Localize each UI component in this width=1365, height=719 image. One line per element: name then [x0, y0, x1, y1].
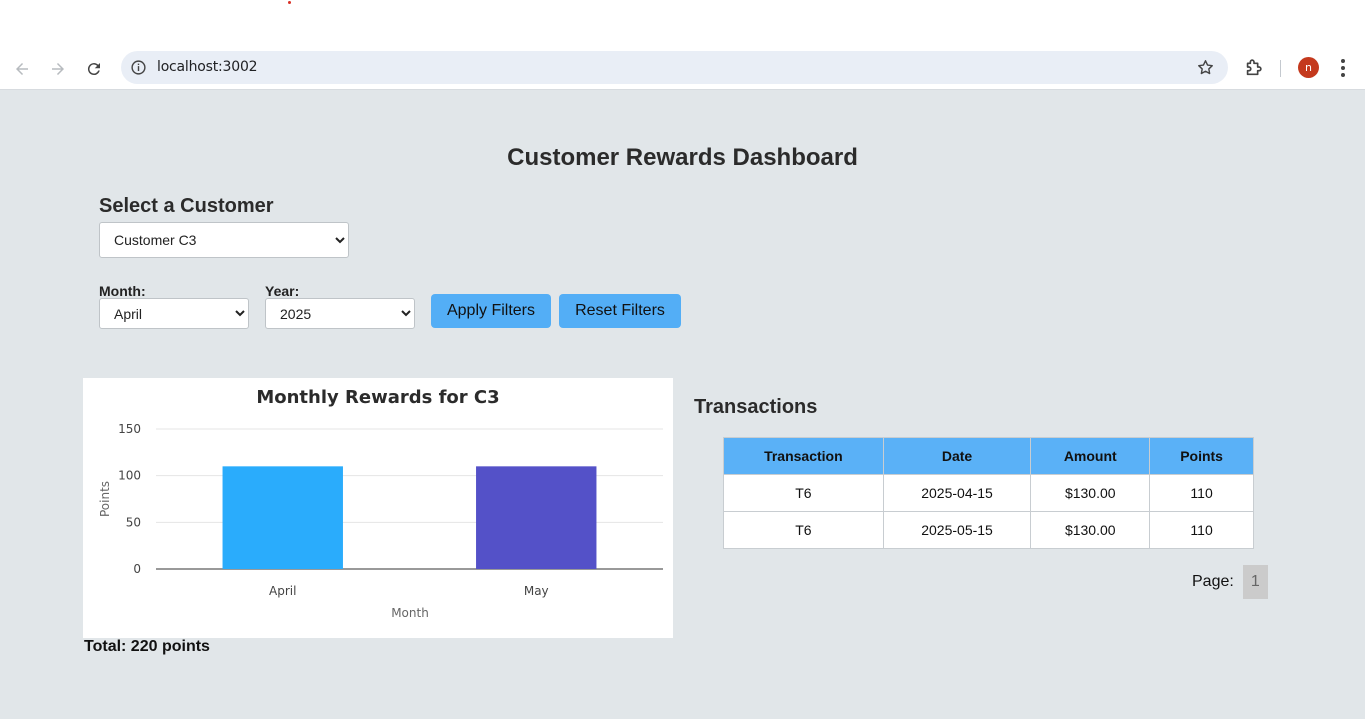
chart-title: Monthly Rewards for C3 — [256, 387, 499, 408]
year-select[interactable]: 2025 — [265, 298, 415, 329]
cell-amount: $130.00 — [1030, 474, 1151, 512]
address-bar[interactable]: localhost:3002 — [121, 51, 1228, 84]
column-header-points: Points — [1149, 437, 1254, 475]
y-tick-label: 100 — [118, 469, 141, 483]
column-header-amount: Amount — [1030, 437, 1151, 475]
x-tick-label: April — [269, 584, 296, 598]
cell-date: 2025-04-15 — [882, 474, 1032, 512]
y-axis-label: Points — [98, 481, 112, 517]
cell-transaction: T6 — [723, 474, 884, 512]
forward-arrow-icon[interactable] — [45, 56, 71, 82]
table-header-row: Transaction Date Amount Points — [723, 437, 1254, 475]
x-axis-label: Month — [391, 606, 429, 620]
tab-strip — [0, 0, 1365, 47]
transactions-title: Transactions — [694, 396, 818, 418]
url-text[interactable]: localhost:3002 — [157, 59, 258, 75]
browser-toolbar: localhost:3002 n — [0, 47, 1365, 90]
column-header-date: Date — [882, 437, 1032, 475]
customer-select[interactable]: Customer C3 — [99, 222, 349, 258]
profile-avatar[interactable]: n — [1298, 57, 1319, 78]
bar-may[interactable] — [476, 466, 597, 569]
y-tick-label: 150 — [118, 422, 141, 436]
cell-date: 2025-05-15 — [882, 511, 1032, 549]
reload-icon[interactable] — [81, 56, 107, 82]
column-header-transaction: Transaction — [723, 437, 884, 475]
y-tick-label: 50 — [126, 515, 141, 529]
reset-filters-button[interactable]: Reset Filters — [559, 294, 681, 328]
table-row: T6 2025-05-15 $130.00 110 — [723, 511, 1254, 549]
total-points: Total: 220 points — [84, 638, 210, 655]
customer-section-title: Select a Customer — [99, 195, 274, 217]
page-button-1[interactable]: 1 — [1242, 565, 1268, 599]
page-title: Customer Rewards Dashboard — [507, 144, 858, 171]
toolbar-separator — [1280, 60, 1281, 77]
x-tick-label: May — [524, 584, 549, 598]
site-info-icon[interactable] — [130, 59, 147, 76]
rewards-bar-chart: Monthly Rewards for C3 0 50 100 150 April Ma… — [98, 387, 663, 620]
back-arrow-icon[interactable] — [9, 56, 35, 82]
bookmark-star-icon[interactable] — [1196, 58, 1215, 77]
cell-points: 110 — [1149, 474, 1254, 512]
cell-amount: $130.00 — [1030, 511, 1151, 549]
cell-points: 110 — [1149, 511, 1254, 549]
extensions-puzzle-icon[interactable] — [1243, 56, 1265, 78]
month-select[interactable]: April — [99, 298, 249, 329]
pagination: Page: 1 — [1192, 565, 1268, 599]
more-menu-icon[interactable] — [1333, 57, 1353, 79]
cell-transaction: T6 — [723, 511, 884, 549]
apply-filters-button[interactable]: Apply Filters — [431, 294, 551, 328]
table-row: T6 2025-04-15 $130.00 110 — [723, 474, 1254, 512]
bar-april[interactable] — [222, 466, 343, 569]
month-label: Month: — [99, 283, 146, 299]
year-label: Year: — [265, 283, 300, 299]
y-tick-label: 0 — [133, 562, 141, 576]
page-label: Page: — [1192, 573, 1234, 590]
tab-indicator-dot — [288, 1, 291, 4]
transactions-table: Transaction Date Amount Points T6 2025-0… — [723, 437, 1254, 549]
rewards-chart-card: Monthly Rewards for C3 0 50 100 150 April Ma… — [83, 378, 673, 638]
